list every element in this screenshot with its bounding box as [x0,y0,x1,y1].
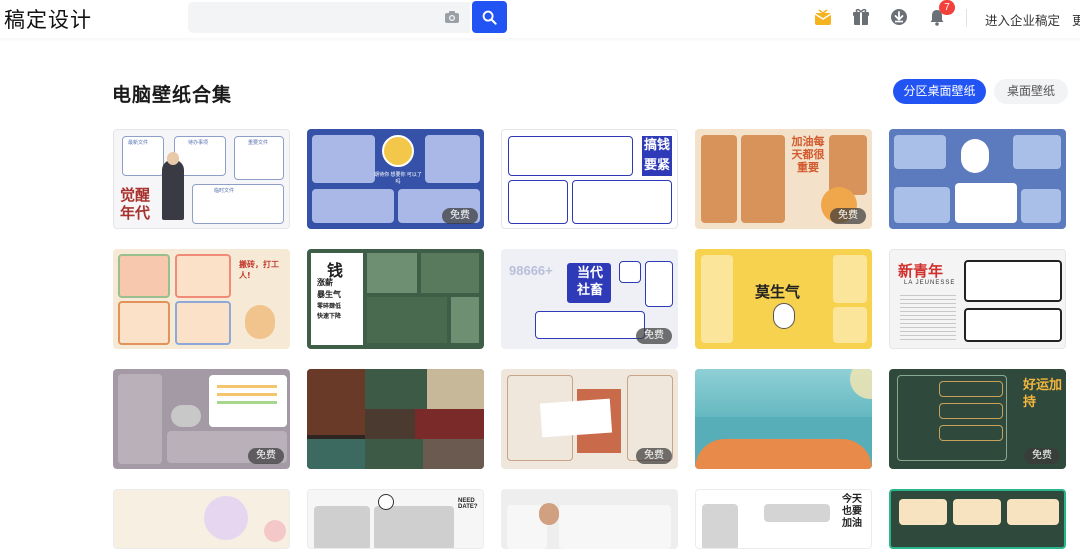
wallpaper-card-11[interactable]: 免费 [113,369,290,469]
wallpaper-card-8[interactable]: 98666+ 当代社畜 免费 [501,249,678,349]
cat-illustration [773,303,795,329]
search-icon [482,10,497,25]
enterprise-link[interactable]: 进入企业稿定 [985,10,1060,29]
card-text: 觉醒年代 [120,186,151,222]
gift-icon[interactable] [852,8,870,26]
free-badge: 免费 [636,448,672,464]
bunny-illustration [961,139,989,173]
wallpaper-card-16[interactable] [113,489,290,549]
wallpaper-card-9[interactable]: 莫生气 [695,249,872,349]
free-badge: 免费 [248,448,284,464]
free-badge: 免费 [830,208,866,224]
free-badge: 免费 [1024,448,1060,464]
free-badge: 免费 [442,208,478,224]
moon-illustration [382,135,414,167]
camera-icon[interactable] [444,10,460,24]
tab-partition-wallpaper[interactable]: 分区桌面壁纸 [893,79,986,104]
wallpaper-card-4[interactable]: 加油每天都很重要 免费 [695,129,872,229]
download-icon[interactable] [890,8,908,26]
wallpaper-card-10[interactable]: 新青年 LA JEUNESSE [889,249,1066,349]
wallpaper-card-7[interactable]: 钱 涨薪 暴生气 零碎肆低 快速下降 [307,249,484,349]
wallpaper-card-18[interactable] [501,489,678,549]
person-illustration [162,160,184,220]
vip-crown-icon[interactable] [814,8,832,26]
cat-illustration [171,405,201,427]
wallpaper-card-6[interactable]: 搬砖，打工人! [113,249,290,349]
wallpaper-card-14[interactable] [695,369,872,469]
wallpaper-card-19[interactable]: 今天也要加油 [695,489,872,549]
search-input[interactable] [188,2,470,33]
tab-desktop-wallpaper[interactable]: 桌面壁纸 [994,79,1068,104]
girl-illustration [245,305,275,339]
wallpaper-card-15[interactable]: 好运加持 免费 [889,369,1066,469]
wallpaper-card-17[interactable]: NEED DATE? [307,489,484,549]
more-link[interactable]: 更 [1072,10,1080,29]
page-title: 电脑壁纸合集 [112,85,233,106]
site-logo[interactable]: 稿定设计 [4,4,92,34]
wallpaper-card-13[interactable]: 免费 [501,369,678,469]
notification-badge: 7 [939,0,955,15]
free-badge: 免费 [636,328,672,344]
wallpaper-card-1[interactable]: 最新文件 待办事项 重要文件 临时文件 觉醒年代 [113,129,290,229]
search-button[interactable] [472,1,507,33]
wallpaper-card-5[interactable] [889,129,1066,229]
header-divider [966,9,967,27]
wallpaper-card-12[interactable] [307,369,484,469]
wallpaper-card-2[interactable]: 期待你 想要你 可以了吗 免费 [307,129,484,229]
top-header: 稿定设计 7 进入企业稿定 更 [0,0,1080,36]
wallpaper-card-20[interactable] [889,489,1066,549]
wallpaper-card-3[interactable]: 搞钱 要紧 [501,129,678,229]
header-shadow [0,38,1080,42]
